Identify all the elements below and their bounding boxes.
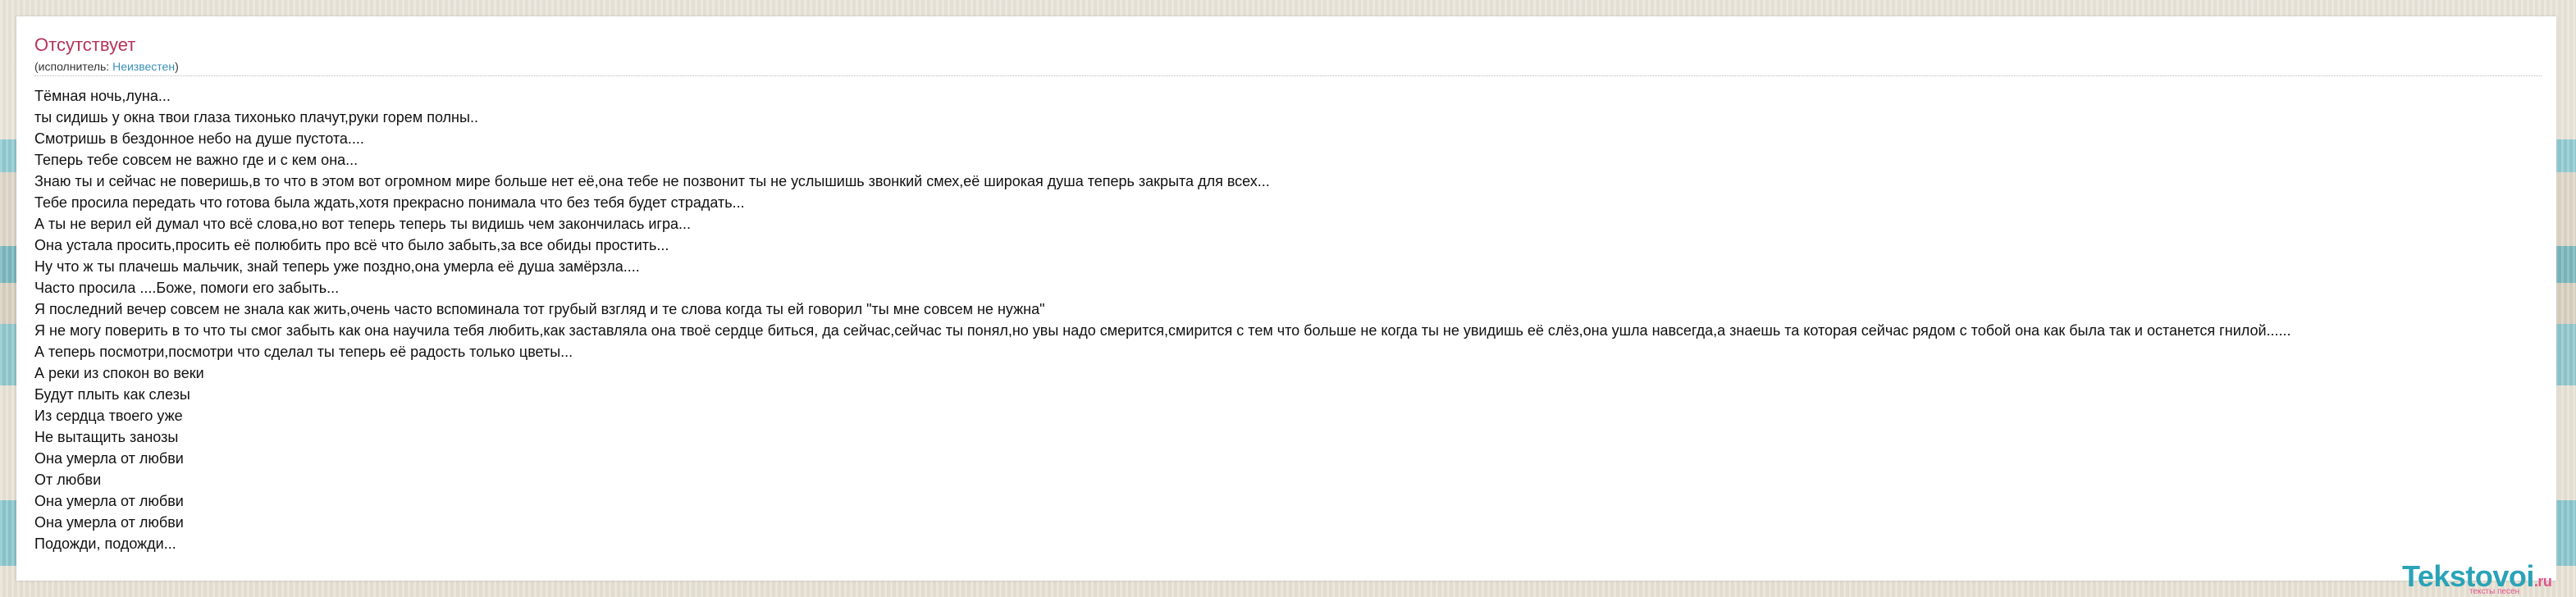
lyrics-line: Ну что ж ты плачешь мальчик, знай теперь…	[34, 258, 640, 275]
lyrics-line: ты сидишь у окна твои глаза тихонько пла…	[34, 109, 478, 125]
performer-prefix: (исполнитель:	[34, 60, 113, 73]
lyrics-line: А ты не верил ей думал что всё слова,но …	[34, 216, 692, 232]
lyrics-line: Теперь тебе совсем не важно где и с кем …	[34, 152, 359, 168]
lyrics-line: Смотришь в бездонное небо на душе пустот…	[34, 130, 364, 147]
lyrics-line: А теперь посмотри,посмотри что сделал ты…	[34, 344, 573, 360]
lyrics-line: От любви	[34, 472, 102, 488]
performer-line: (исполнитель: Неизвестен)	[34, 59, 179, 74]
lyrics-line: Она умерла от любви	[34, 493, 184, 509]
lyrics-line: Она устала просить,просить её полюбить п…	[34, 237, 669, 253]
lyrics-line: Она умерла от любви	[34, 450, 184, 467]
performer-suffix: )	[175, 60, 179, 73]
lyrics-line: Будут плыть как слезы	[34, 386, 190, 403]
logo-tagline: тексты песен	[2469, 587, 2520, 596]
lyrics-line: А реки из спокон во веки	[34, 365, 204, 381]
lyrics-line: Из сердца твоего уже	[34, 408, 183, 424]
song-title: Отсутствует	[34, 34, 136, 55]
lyrics-text: Тёмная ночь,луна... ты сидишь у окна тво…	[34, 85, 2551, 577]
lyrics-card: Отсутствует (исполнитель: Неизвестен) Тё…	[16, 16, 2556, 596]
lyrics-line: Знаю ты и сейчас не поверишь,в то что в …	[34, 173, 1270, 189]
lyrics-line: Она умерла от любви	[34, 514, 184, 531]
lyrics-line: Я последний вечер совсем не знала как жи…	[34, 301, 1045, 317]
site-logo[interactable]: Tekstovoi.ru тексты песен	[2402, 561, 2558, 596]
lyrics-line: Тёмная ночь,луна...	[34, 88, 171, 104]
lyrics-line: Не вытащить занозы	[34, 429, 179, 445]
lyrics-line: Подожди, подожди...	[34, 535, 176, 552]
lyrics-line: Тебе просила передать что готова была жд…	[34, 194, 745, 211]
performer-link[interactable]: Неизвестен	[112, 60, 175, 73]
logo-domain: .ru	[2533, 573, 2552, 590]
title-divider	[34, 75, 2542, 76]
lyrics-line: Часто просила ....Боже, помоги его забыт…	[34, 280, 340, 296]
lyrics-line: Я не могу поверить в то что ты смог забы…	[34, 322, 2291, 339]
